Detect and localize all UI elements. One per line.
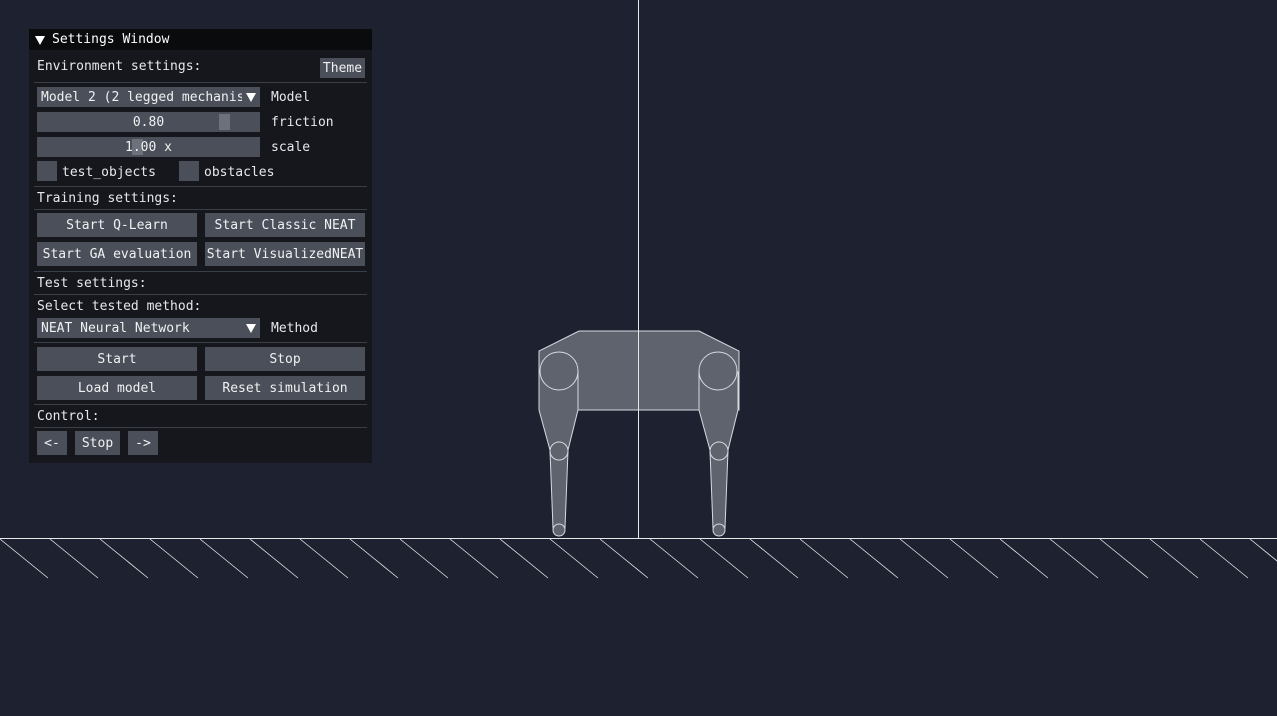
start-ga-evaluation-button[interactable]: Start GA evaluation xyxy=(37,242,197,266)
friction-slider-handle[interactable] xyxy=(219,114,230,130)
environment-settings-heading: Environment settings: xyxy=(37,59,202,74)
left-foot xyxy=(552,523,566,537)
ground-hatch-line xyxy=(999,538,1049,579)
right-knee-joint xyxy=(709,441,729,461)
right-shin xyxy=(709,450,729,529)
model-label: Model xyxy=(271,90,311,105)
ground-hatch-line xyxy=(949,538,999,579)
test-settings-heading: Test settings: xyxy=(37,276,147,291)
ground-hatch-line xyxy=(0,538,49,579)
obstacles-checkbox[interactable] xyxy=(179,161,199,181)
load-model-button[interactable]: Load model xyxy=(37,376,197,400)
ground-hatch-line xyxy=(149,538,199,579)
training-settings-heading: Training settings: xyxy=(37,191,178,206)
divider xyxy=(34,82,367,83)
left-hip-joint xyxy=(539,351,579,391)
ground-hatch-line xyxy=(499,538,549,579)
left-knee-joint xyxy=(549,441,569,461)
ground-hatch-line xyxy=(249,538,299,579)
friction-slider[interactable]: 0.80 xyxy=(37,112,260,132)
test-objects-label: test_objects xyxy=(62,165,156,180)
right-foot xyxy=(712,523,726,537)
obstacles-label: obstacles xyxy=(204,165,275,180)
ground-hatch-line xyxy=(199,538,249,579)
chevron-down-icon[interactable] xyxy=(242,87,260,107)
reset-simulation-button[interactable]: Reset simulation xyxy=(205,376,365,400)
ground-hatch-line xyxy=(549,538,599,579)
ground-hatch-line xyxy=(899,538,949,579)
chevron-down-icon[interactable] xyxy=(242,318,260,338)
stop-button[interactable]: Stop xyxy=(205,347,365,371)
scale-value: 1.00 x xyxy=(125,139,172,155)
move-left-button[interactable]: <- xyxy=(37,431,67,455)
model-combo-value: Model 2 (2 legged mechanism xyxy=(41,89,242,105)
control-heading: Control: xyxy=(37,409,100,424)
method-combo[interactable]: NEAT Neural Network xyxy=(37,318,260,338)
friction-value: 0.80 xyxy=(132,114,165,130)
control-stop-button[interactable]: Stop xyxy=(75,431,120,455)
model-combo[interactable]: Model 2 (2 legged mechanism xyxy=(37,87,260,107)
divider xyxy=(34,294,367,295)
start-classic-neat-button[interactable]: Start Classic NEAT xyxy=(205,213,365,237)
collapse-triangle-icon[interactable] xyxy=(35,35,45,45)
ground-hatch-line xyxy=(1249,538,1277,562)
scale-label: scale xyxy=(271,140,311,155)
divider xyxy=(34,186,367,187)
divider xyxy=(34,342,367,343)
start-visualized-neat-button[interactable]: Start VisualizedNEAT xyxy=(205,242,365,266)
divider xyxy=(34,271,367,272)
start-button[interactable]: Start xyxy=(37,347,197,371)
scale-slider[interactable]: 1.00 x xyxy=(37,137,260,157)
ground-hatch-line xyxy=(699,538,749,579)
divider xyxy=(34,209,367,210)
method-label: Method xyxy=(271,321,318,336)
ground-hatch-line xyxy=(849,538,899,579)
start-q-learn-button[interactable]: Start Q-Learn xyxy=(37,213,197,237)
friction-label: friction xyxy=(271,115,334,130)
ground-hatch-line xyxy=(599,538,649,579)
settings-window[interactable]: Settings Window Environment settings: Th… xyxy=(29,29,372,463)
ground-hatch-line xyxy=(99,538,149,579)
ground-hatch-line xyxy=(1099,538,1149,579)
test-objects-checkbox[interactable] xyxy=(37,161,57,181)
left-shin xyxy=(549,450,569,529)
ground-hatch-line xyxy=(349,538,399,579)
ground-hatch-line xyxy=(299,538,349,579)
ground-hatch-line xyxy=(749,538,799,579)
theme-button[interactable]: Theme xyxy=(320,58,365,78)
settings-window-titlebar[interactable]: Settings Window xyxy=(29,29,372,50)
ground-hatch-line xyxy=(1049,538,1099,579)
ground-hatch-line xyxy=(1199,538,1249,579)
ground-hatch-line xyxy=(799,538,849,579)
right-hip-joint xyxy=(698,351,738,391)
move-right-button[interactable]: -> xyxy=(128,431,158,455)
ground-hatch-line xyxy=(649,538,699,579)
method-combo-value: NEAT Neural Network xyxy=(41,320,190,336)
ground-hatch-line xyxy=(399,538,449,579)
select-tested-method-label: Select tested method: xyxy=(37,299,202,314)
ground-hatch-line xyxy=(449,538,499,579)
ground-hatch-line xyxy=(1149,538,1199,579)
ground-hatch-line xyxy=(49,538,99,579)
divider xyxy=(34,404,367,405)
divider xyxy=(34,427,367,428)
ground xyxy=(0,538,1277,579)
settings-window-title: Settings Window xyxy=(52,32,170,47)
